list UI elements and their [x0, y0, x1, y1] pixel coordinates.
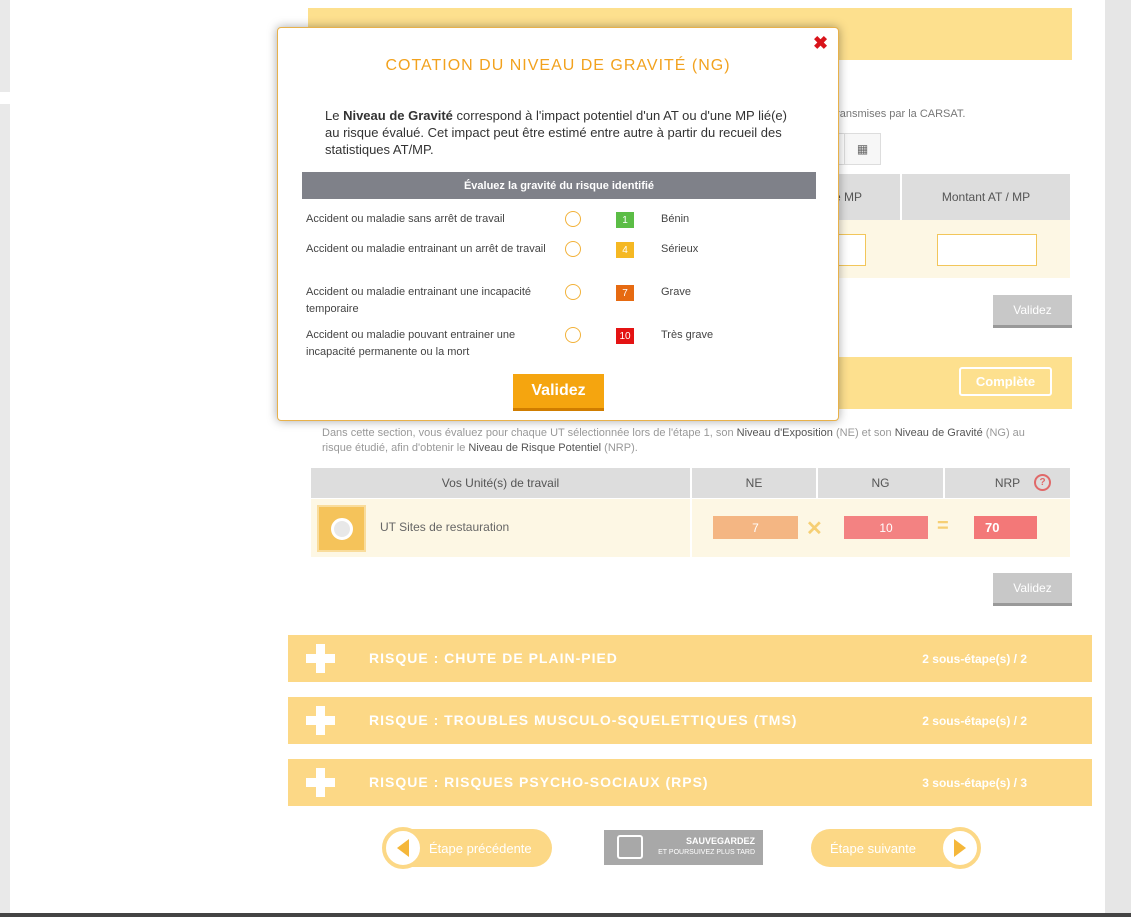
bottom-bar [0, 913, 1131, 917]
ne-score[interactable]: 7 [713, 516, 798, 539]
section-intro: Dans cette section, vous évaluez pour ch… [322, 427, 1025, 454]
risk-steps: 2 sous-étape(s) / 2 [922, 714, 1027, 728]
column-ng: NG [818, 468, 943, 498]
multiply-icon: ✕ [806, 518, 823, 540]
option-label: Accident ou maladie sans arrêt de travai… [306, 213, 505, 225]
help-icon[interactable]: ? [1034, 474, 1051, 491]
nrp-score: 70 [974, 516, 1037, 539]
plus-icon [306, 706, 335, 735]
modal-title: COTATION DU NIVEAU DE GRAVITÉ (NG) [385, 57, 731, 74]
option-radio[interactable] [565, 284, 581, 300]
montant-input[interactable] [937, 234, 1037, 266]
level-name: Très grave [661, 329, 714, 341]
prev-step-button[interactable]: Étape précédente [382, 827, 552, 869]
risk-title: RISQUE : TROUBLES MUSCULO-SQUELETTIQUES … [369, 712, 798, 728]
risk-accordion-rps[interactable]: RISQUE : RISQUES PSYCHO-SOCIAUX (RPS) 3 … [288, 759, 1092, 806]
option-radio[interactable] [565, 241, 581, 257]
risk-accordion-chute[interactable]: RISQUE : CHUTE DE PLAIN-PIED 2 sous-étap… [288, 635, 1092, 682]
equals-icon: = [937, 515, 949, 537]
calendar-icon[interactable]: ▦ [844, 134, 880, 164]
save-icon [617, 835, 643, 859]
page: nnées transmises par la CARSAT. ▦ e MP M… [0, 0, 1131, 917]
level-badge: 4 [616, 242, 634, 258]
plus-icon [306, 768, 335, 797]
next-step-button[interactable]: Étape suivante [811, 827, 981, 869]
option-label: Accident ou maladie entrainant une incap… [306, 286, 532, 315]
modal-subheader: Évaluez la gravité du risque identifié [302, 172, 816, 199]
arrow-right-icon [939, 827, 981, 869]
ng-score[interactable]: 10 [844, 516, 928, 539]
risk-title: RISQUE : RISQUES PSYCHO-SOCIAUX (RPS) [369, 774, 709, 790]
option-radio[interactable] [565, 327, 581, 343]
column-nrp: NRP [945, 468, 1070, 498]
left-rail [0, 0, 10, 917]
risk-accordion-tms[interactable]: RISQUE : TROUBLES MUSCULO-SQUELETTIQUES … [288, 697, 1092, 744]
column-ut: Vos Unité(s) de travail [311, 468, 690, 498]
level-name: Bénin [661, 213, 690, 225]
gravity-modal: ✖ COTATION DU NIVEAU DE GRAVITÉ (NG) Le … [277, 27, 839, 421]
plus-icon [306, 644, 335, 673]
level-name: Grave [661, 286, 691, 298]
arrow-left-icon [382, 827, 424, 869]
close-icon[interactable]: ✖ [813, 33, 828, 54]
risk-steps: 3 sous-étape(s) / 3 [922, 776, 1027, 790]
modal-validez-button[interactable]: Validez [513, 374, 604, 411]
column-ne: NE [692, 468, 816, 498]
validez-button[interactable]: Validez [993, 573, 1072, 606]
level-name: Sérieux [661, 243, 699, 255]
complete-button[interactable]: Complète [959, 367, 1052, 396]
risk-title: RISQUE : CHUTE DE PLAIN-PIED [369, 650, 618, 666]
ut-name: UT Sites de restauration [380, 520, 510, 534]
level-badge: 1 [616, 212, 634, 228]
risk-steps: 2 sous-étape(s) / 2 [922, 652, 1027, 666]
modal-description: Le Niveau de Gravité correspond à l'impa… [325, 108, 787, 157]
restaurant-icon [317, 505, 366, 552]
validez-button[interactable]: Validez [993, 295, 1072, 328]
option-radio[interactable] [565, 211, 581, 227]
option-label: Accident ou maladie pouvant entrainer un… [306, 329, 516, 358]
option-label: Accident ou maladie entrainant un arrêt … [306, 243, 546, 255]
save-button[interactable]: SAUVEGARDEZ ET POURSUIVEZ PLUS TARD [604, 830, 763, 865]
header-montant: Montant AT / MP [902, 174, 1070, 220]
scrollbar[interactable] [1105, 0, 1131, 917]
level-badge: 10 [616, 328, 634, 344]
level-badge: 7 [616, 285, 634, 301]
